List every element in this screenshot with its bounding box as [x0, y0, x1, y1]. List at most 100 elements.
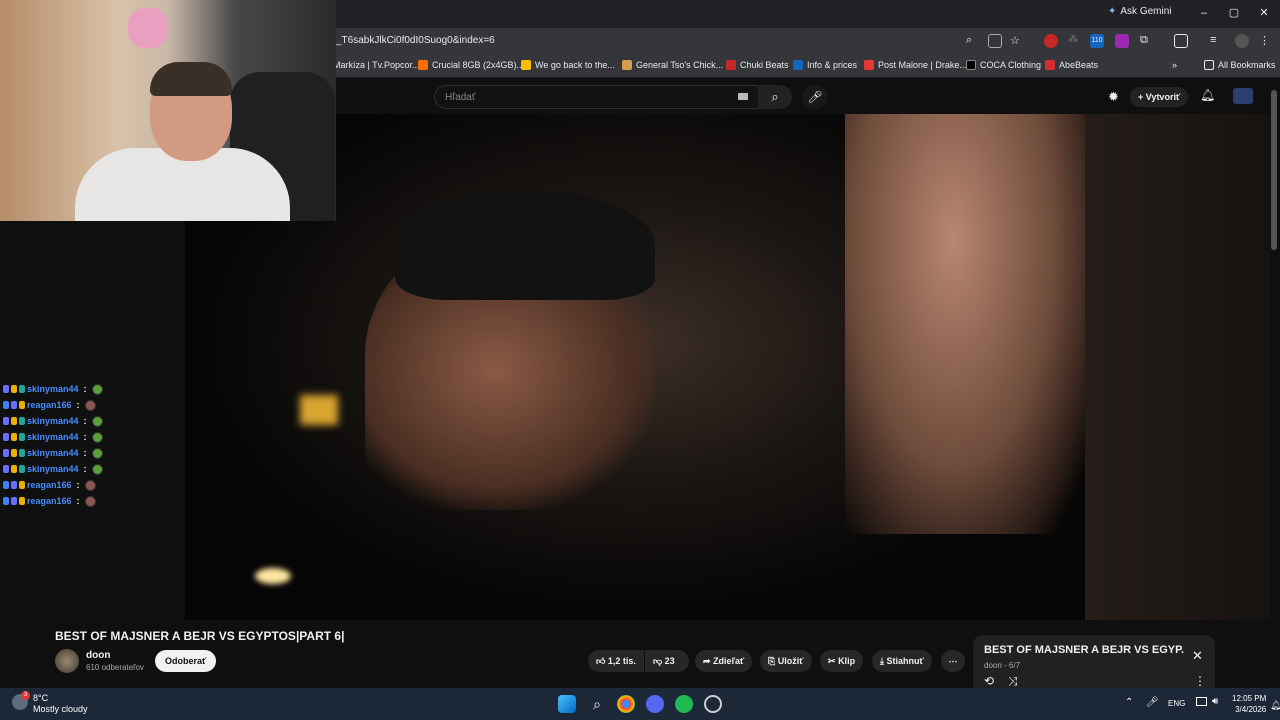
extension-purple-icon[interactable]	[1115, 34, 1129, 48]
chat-line: reagan166:	[3, 493, 183, 509]
more-menu-icon[interactable]: ⋮	[1259, 34, 1273, 48]
volume-icon[interactable]: 🔊︎	[1212, 696, 1218, 707]
network-icon[interactable]	[1196, 697, 1207, 706]
extension-red-icon[interactable]	[1044, 34, 1058, 48]
ask-gemini-button[interactable]: ✦ Ask Gemini	[1108, 6, 1172, 17]
playlist-position: doon - 6/7	[984, 661, 1021, 670]
extensions-puzzle-icon[interactable]: ⧉	[1140, 34, 1154, 48]
bookmark-7[interactable]: COCA Clothing	[966, 60, 1041, 70]
bookmark-8[interactable]: AbeBeats	[1045, 60, 1098, 70]
badge-icon	[3, 449, 9, 457]
playlist-menu-icon[interactable]: ⋮	[1194, 674, 1206, 688]
sparkle-icon[interactable]: ✹	[1108, 89, 1119, 105]
bookmark-4[interactable]: Chuki Beats	[726, 60, 789, 70]
close-playlist-icon[interactable]: ✕	[1192, 648, 1203, 664]
shuffle-icon[interactable]: ⤨	[1008, 674, 1018, 689]
channel-name[interactable]: doon	[86, 650, 110, 661]
side-area	[1085, 114, 1270, 620]
discord-icon[interactable]	[646, 695, 664, 713]
badge-icon	[19, 497, 25, 505]
chat-line: skinyman44:	[3, 461, 183, 477]
save-button[interactable]: ⎘ Uložiť	[760, 650, 812, 672]
emote-icon	[84, 479, 96, 491]
channel-avatar[interactable]	[1233, 88, 1253, 104]
bookmark-star-icon[interactable]: ☆	[1010, 34, 1024, 48]
page-scrollbar[interactable]	[1271, 90, 1277, 250]
bookmark-0[interactable]: Markíza | Tv.Popcor...	[333, 60, 420, 70]
emote-icon	[91, 415, 103, 427]
video-person-right	[845, 114, 1085, 534]
bookmark-2[interactable]: We go back to the...	[521, 60, 615, 70]
app-icon[interactable]	[704, 695, 722, 713]
more-actions-button[interactable]: ⋯	[941, 650, 965, 672]
share-button[interactable]: ➦ Zdieľať	[695, 650, 753, 672]
microphone-icon[interactable]: 🎤︎	[802, 85, 828, 109]
video-light	[300, 395, 338, 425]
search-taskbar-icon[interactable]: ⌕	[588, 695, 606, 713]
tray-mic-icon[interactable]: 🎤︎	[1146, 697, 1159, 708]
badge-icon	[3, 481, 9, 489]
bookmark-6[interactable]: Post Malone | Drake...	[864, 60, 967, 70]
weather-badge: 3	[21, 691, 30, 700]
zoom-icon[interactable]: ⌕	[966, 34, 980, 48]
clip-button[interactable]: ✂ Klip	[820, 650, 864, 672]
loop-icon[interactable]: ⟲	[984, 674, 994, 688]
bookmark-favicon-icon	[793, 60, 803, 70]
weather-widget[interactable]: 8°C Mostly cloudy	[33, 693, 88, 715]
emote-icon	[91, 447, 103, 459]
like-button[interactable]: 👍︎ 1,2 tis.	[588, 650, 644, 672]
search-icon[interactable]: ⌕	[758, 85, 792, 109]
clock[interactable]: 12:05 PM 3/4/2026	[1232, 693, 1266, 715]
all-bookmarks-button[interactable]: All Bookmarks	[1204, 60, 1276, 70]
download-button[interactable]: ⤓ Stiahnuť	[872, 650, 932, 672]
channel-avatar[interactable]	[55, 649, 79, 673]
video-title: BEST OF MAJSNER A BEJR VS EGYPTOS|PART 6…	[55, 629, 345, 643]
maximize-button[interactable]: ▢	[1227, 6, 1241, 20]
badge-icon	[11, 481, 17, 489]
bookmarks-overflow-icon[interactable]: »	[1172, 60, 1177, 70]
stream-chat: skinyman44: reagan166: skinyman44: skiny…	[3, 381, 183, 509]
badge-icon	[11, 433, 17, 441]
emote-icon	[91, 383, 103, 395]
keyboard-icon[interactable]	[738, 93, 748, 100]
thumbs-down-icon: 👎︎	[653, 656, 663, 666]
sidepanel-icon[interactable]	[1174, 34, 1188, 48]
tray-overflow-icon[interactable]: ⌃	[1125, 697, 1133, 708]
bookmark-favicon-icon	[418, 60, 428, 70]
notification-icon[interactable]: 🔔︎	[1270, 700, 1280, 711]
subscriber-count: 610 odberateľov	[86, 663, 144, 672]
menu-lines-icon[interactable]: ≡	[1210, 34, 1224, 48]
cast-icon[interactable]	[988, 34, 1002, 48]
chat-line: skinyman44:	[3, 413, 183, 429]
start-icon[interactable]	[558, 695, 576, 713]
spotify-icon[interactable]	[675, 695, 693, 713]
dislike-button[interactable]: 👎︎ 23	[645, 650, 689, 672]
search-input[interactable]: Hľadať	[434, 85, 760, 109]
minimize-button[interactable]: –	[1197, 6, 1211, 20]
bookmark-5[interactable]: Info & prices	[793, 60, 857, 70]
badge-icon	[11, 497, 17, 505]
notifications-bell-icon[interactable]: 🔔︎	[1200, 88, 1215, 102]
bookmark-1[interactable]: Crucial 8GB (2x4GB)...	[418, 60, 524, 70]
badge-icon	[19, 433, 25, 441]
create-button[interactable]: + Vytvoriť	[1130, 87, 1189, 107]
streamer-hair	[150, 62, 232, 96]
subscribe-button[interactable]: Odoberať	[155, 650, 217, 672]
badge-icon	[19, 481, 25, 489]
extension-badge[interactable]: 110	[1090, 34, 1104, 48]
bookmark-3[interactable]: General Tso's Chick...	[622, 60, 723, 70]
extension-grey-icon[interactable]: ⁂	[1068, 34, 1082, 48]
chrome-icon[interactable]	[617, 695, 635, 713]
badge-icon	[19, 465, 25, 473]
language-indicator[interactable]: ENG	[1168, 699, 1185, 708]
badge-icon	[3, 433, 9, 441]
download-icon: ⤓	[880, 656, 884, 666]
badge-icon	[11, 417, 17, 425]
badge-icon	[3, 417, 9, 425]
emote-icon	[84, 399, 96, 411]
playlist-title[interactable]: BEST OF MAJSNER A BEJR VS EGYP...	[984, 644, 1184, 656]
badge-icon	[19, 417, 25, 425]
close-window-button[interactable]: ✕	[1257, 6, 1271, 20]
profile-avatar[interactable]	[1235, 34, 1249, 48]
url-field[interactable]: _T6sabkJlkCi0f0dI0Suog0&index=6	[336, 35, 495, 46]
